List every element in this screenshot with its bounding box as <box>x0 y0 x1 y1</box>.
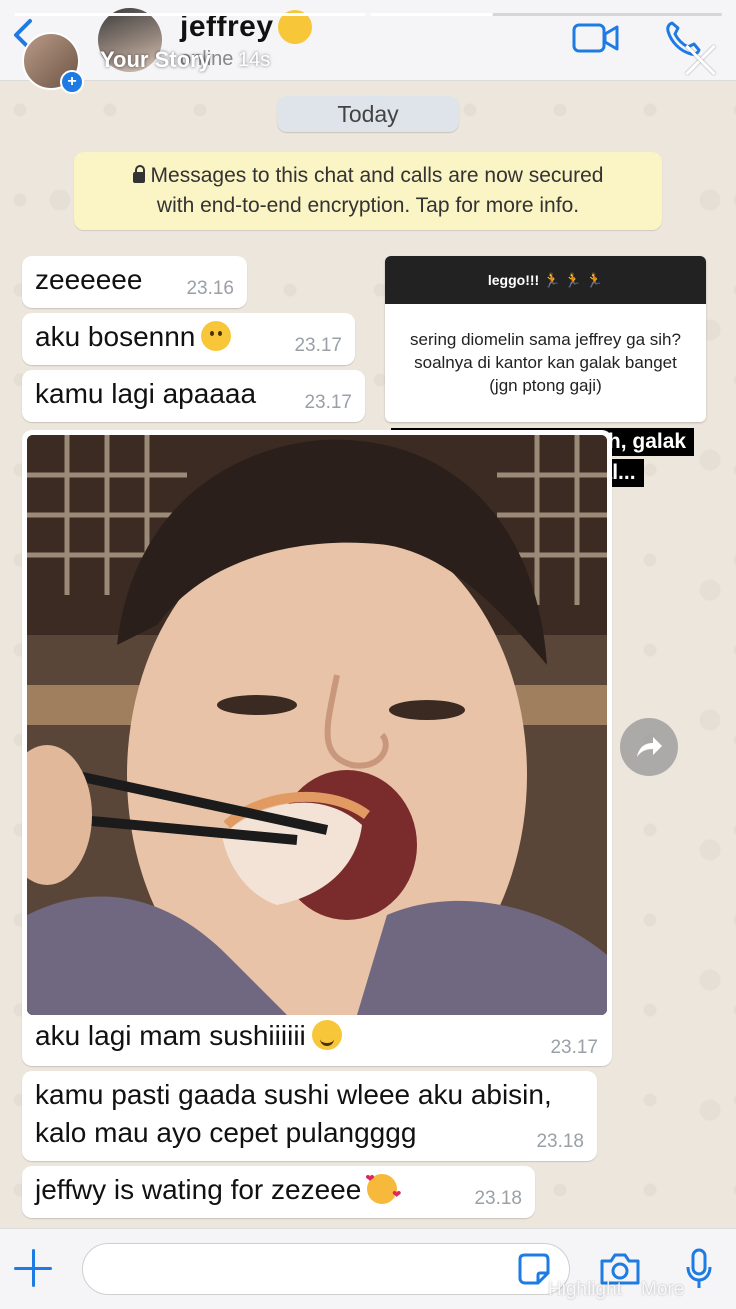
story-label: Your Story <box>100 47 211 72</box>
encryption-notice[interactable]: Messages to this chat and calls are now … <box>74 152 662 230</box>
story-progress-2 <box>370 13 722 16</box>
attach-plus-icon[interactable] <box>14 1249 54 1289</box>
message-text: jeffwy is wating for zezeee <box>35 1174 362 1205</box>
forward-button[interactable] <box>620 718 678 776</box>
story-highlight-label[interactable]: Highlight <box>548 1279 622 1301</box>
encryption-line-1: Messages to this chat and calls are now … <box>150 164 604 187</box>
message-time: 23.17 <box>304 392 352 413</box>
message-time: 23.17 <box>550 1037 598 1058</box>
lock-icon <box>132 165 145 183</box>
message-bubble[interactable]: kamu pasti gaada sushi wleee aku abisin,… <box>22 1071 597 1161</box>
smiling-hearts-face-icon <box>365 1172 401 1204</box>
chat-photo[interactable] <box>27 435 607 1015</box>
message-text: kamu lagi apaaaa <box>35 378 257 409</box>
video-call-icon[interactable] <box>572 22 620 59</box>
question-sticker-text: sering diomelin sama jeffrey ga sih? soa… <box>410 330 681 395</box>
message-bubble[interactable]: zeeeeee 23.16 <box>22 256 247 308</box>
microphone-icon[interactable] <box>684 1247 714 1296</box>
sticker-icon[interactable] <box>516 1251 552 1292</box>
photo-message-bubble[interactable]: aku lagi mam sushiiiiii 23.17 <box>22 430 612 1066</box>
message-bubble[interactable]: jeffwy is wating for zezeee 23.18 <box>22 1166 535 1218</box>
story-more-label[interactable]: More <box>641 1279 684 1301</box>
composer-bar: Highlight More <box>0 1228 736 1309</box>
message-time: 23.18 <box>536 1131 584 1152</box>
encryption-line-2: with end-to-end encryption. Tap for more… <box>156 194 580 217</box>
message-time: 23.18 <box>474 1188 522 1209</box>
message-text: zeeeeee <box>35 264 143 295</box>
story-time: 14s <box>238 49 271 71</box>
story-progress-1 <box>14 13 366 16</box>
message-time: 23.17 <box>294 335 342 356</box>
add-story-plus-icon[interactable]: + <box>60 70 84 94</box>
sad-face-icon <box>201 321 232 351</box>
question-sticker: leggo!!! 🏃 🏃 🏃 sering diomelin sama jeff… <box>385 256 706 422</box>
message-text: aku bosennn <box>35 321 196 352</box>
message-bubble[interactable]: aku bosennn 23.17 <box>22 313 355 365</box>
forward-arrow-icon <box>637 737 662 757</box>
message-text: kamu pasti gaada sushi wleee aku abisin, <box>35 1079 552 1110</box>
close-story-icon[interactable] <box>682 42 718 78</box>
message-input[interactable] <box>82 1243 570 1295</box>
message-text-line-2: kalo mau ayo cepet pulangggg <box>35 1117 417 1148</box>
message-time: 23.16 <box>186 278 234 299</box>
message-bubble[interactable]: kamu lagi apaaaa 23.17 <box>22 370 365 422</box>
message-text: aku lagi mam sushiiiiii <box>35 1020 306 1051</box>
question-sticker-header: leggo!!! 🏃 🏃 🏃 <box>385 256 706 304</box>
day-separator: Today <box>277 96 459 132</box>
yum-face-icon <box>311 1020 342 1050</box>
